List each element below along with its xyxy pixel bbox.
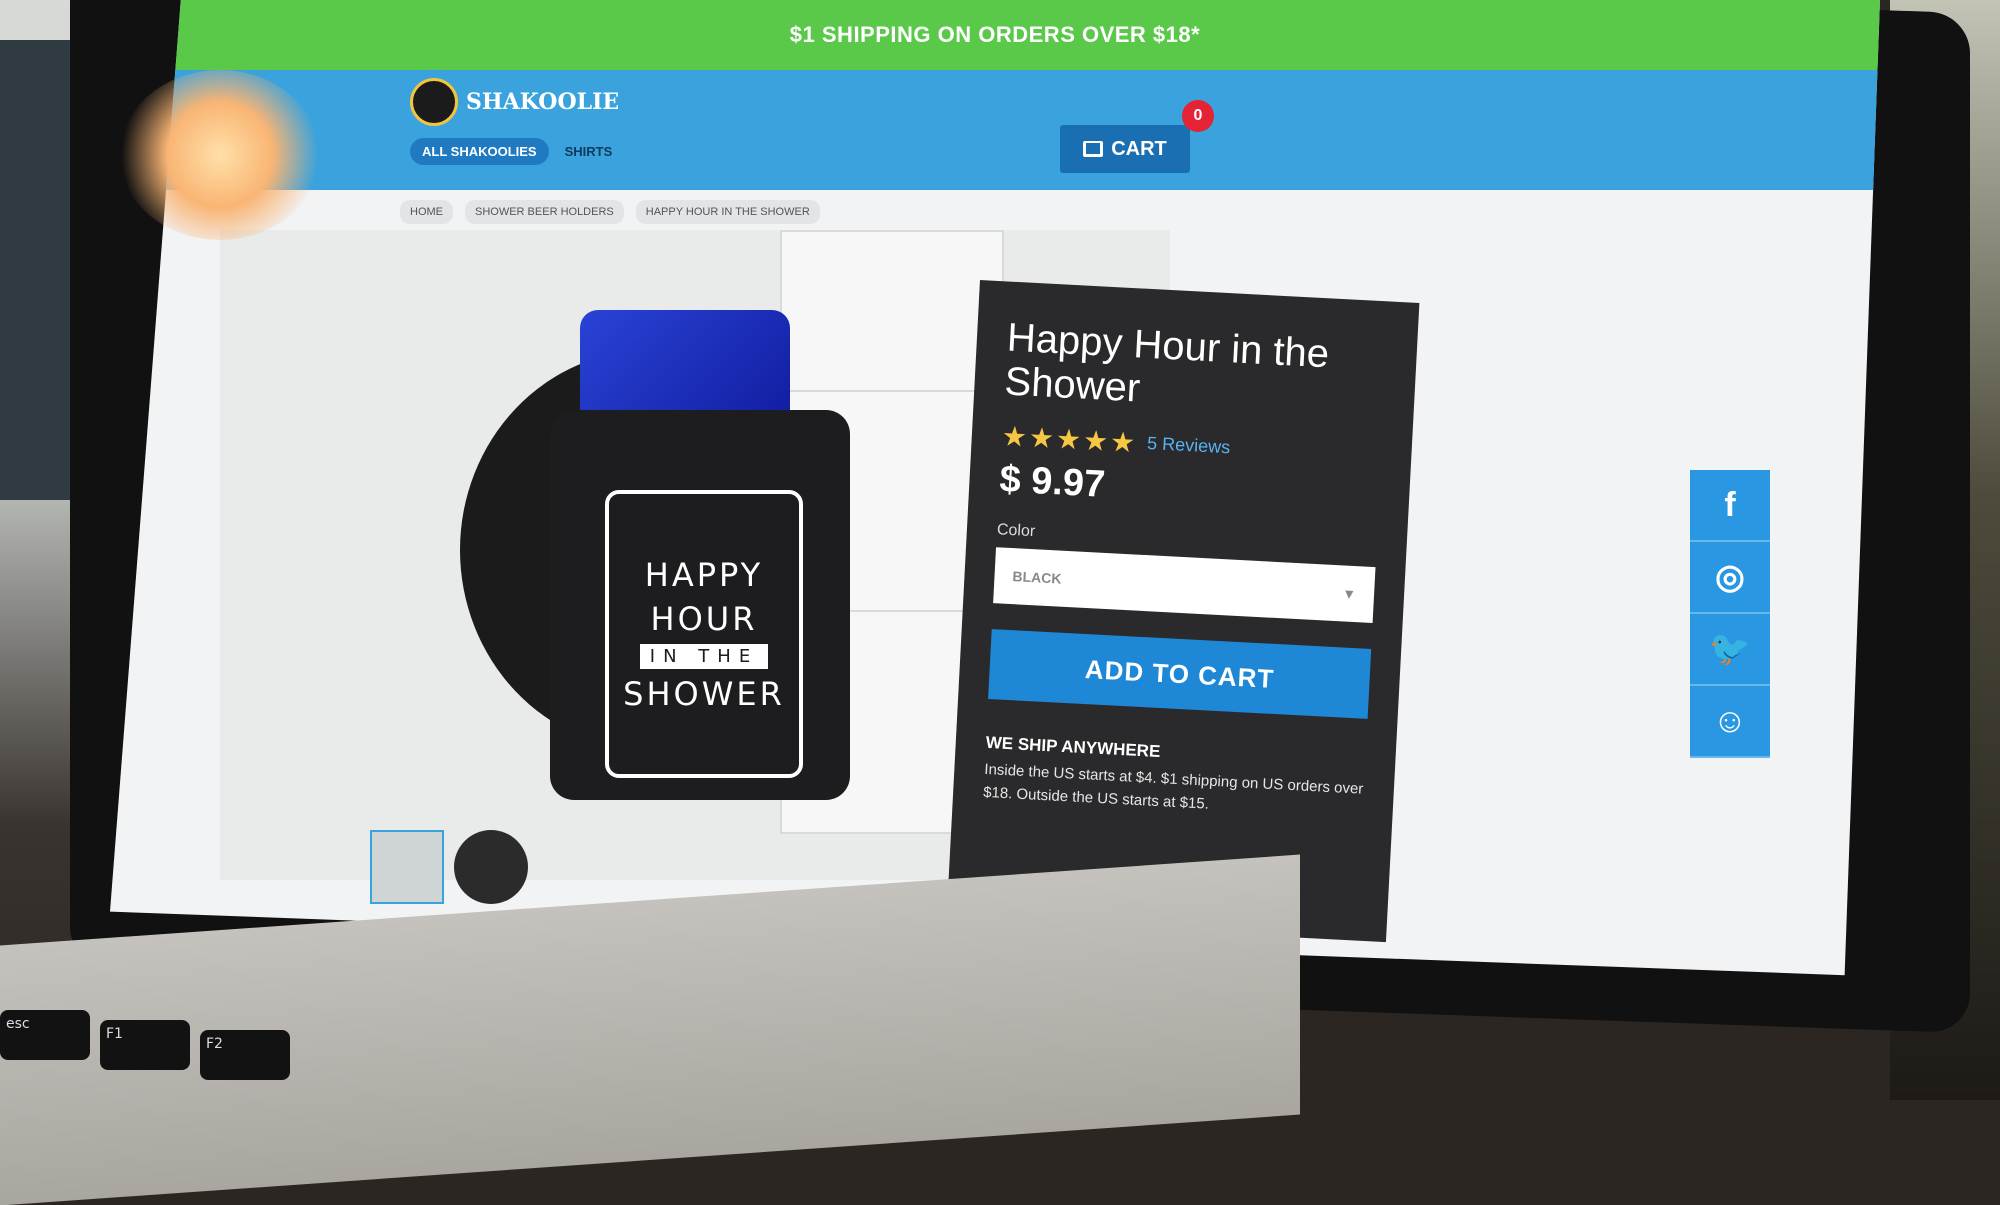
cart-count-badge: 0 <box>1182 100 1214 132</box>
site-header: SHAKOOLIE ALL SHAKOOLIES SHIRTS CART 0 <box>110 70 1880 190</box>
twitter-icon[interactable]: 🐦 <box>1690 614 1770 686</box>
reddit-icon[interactable]: ☺ <box>1690 686 1770 758</box>
cart-label: CART <box>1111 137 1167 160</box>
cart-icon <box>1083 141 1104 157</box>
promo-banner: $1 SHIPPING ON ORDERS OVER $18* <box>110 0 1880 70</box>
facebook-icon[interactable]: f <box>1690 470 1770 542</box>
main-nav: ALL SHAKOOLIES SHIRTS <box>410 138 612 165</box>
add-to-cart-button[interactable]: ADD TO CART <box>988 629 1372 719</box>
esc-key[interactable]: esc <box>0 1010 90 1060</box>
breadcrumb-current: HAPPY HOUR IN THE SHOWER <box>635 200 820 224</box>
breadcrumb-home[interactable]: HOME <box>400 200 453 224</box>
logo-icon <box>410 78 458 126</box>
logo-text: SHAKOOLIE <box>466 89 620 115</box>
nav-all-shakoolies[interactable]: ALL SHAKOOLIES <box>410 138 549 165</box>
lamp-light <box>120 70 320 240</box>
wall-tile <box>780 230 1004 394</box>
cart-button[interactable]: CART <box>1060 125 1190 173</box>
color-select[interactable]: BLACK ▼ <box>993 547 1376 624</box>
logo[interactable]: SHAKOOLIE <box>410 78 619 126</box>
star-rating-icon: ★★★★★ <box>1001 420 1139 459</box>
chevron-down-icon: ▼ <box>1341 585 1357 603</box>
nav-shirts[interactable]: SHIRTS <box>565 144 613 159</box>
f2-key[interactable]: F2 <box>200 1030 290 1080</box>
keyboard: esc F1 F2 <box>0 1000 420 1100</box>
thumbnail-2[interactable] <box>454 830 528 904</box>
breadcrumb: HOME SHOWER BEER HOLDERS HAPPY HOUR IN T… <box>400 200 820 224</box>
thumbnail-strip <box>370 830 528 904</box>
koozie-badge: HAPPY HOUR IN THE SHOWER <box>605 490 803 778</box>
product-title: Happy Hour in the Shower <box>1003 315 1331 411</box>
reviews-link[interactable]: 5 Reviews <box>1147 433 1231 458</box>
product-card: Happy Hour in the Shower ★★★★★ 5 Reviews… <box>946 280 1420 943</box>
f1-key[interactable]: F1 <box>100 1020 190 1070</box>
messenger-icon[interactable]: ◎ <box>1690 542 1770 614</box>
color-select-value: BLACK <box>1012 568 1062 587</box>
thumbnail-1[interactable] <box>370 830 444 904</box>
breadcrumb-category[interactable]: SHOWER BEER HOLDERS <box>465 200 624 224</box>
social-share-bar: f ◎ 🐦 ☺ <box>1690 470 1770 758</box>
